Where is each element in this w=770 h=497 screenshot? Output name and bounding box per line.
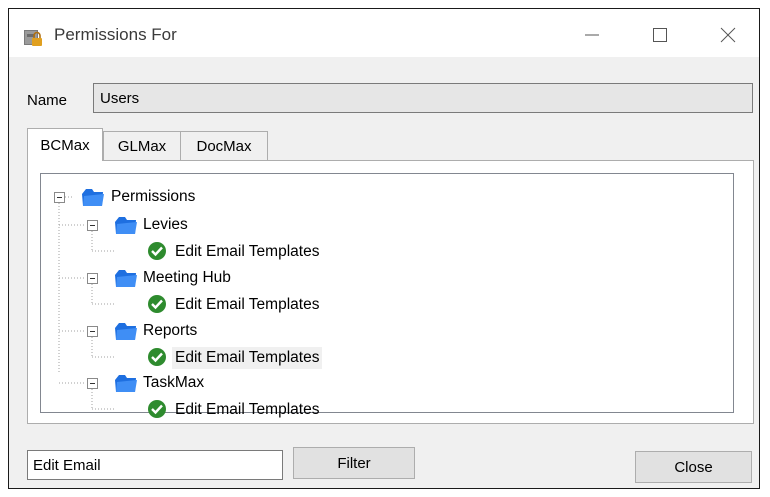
- tree-node-meeting-hub[interactable]: Meeting Hub: [140, 267, 234, 289]
- folder-icon: [115, 375, 137, 392]
- collapse-icon[interactable]: [87, 273, 98, 284]
- tab-docmax[interactable]: DocMax: [180, 131, 268, 161]
- collapse-icon[interactable]: [87, 378, 98, 389]
- minimize-button[interactable]: [565, 15, 619, 55]
- tree-node-taskmax[interactable]: TaskMax: [140, 372, 207, 394]
- tree-node-permissions[interactable]: Permissions: [108, 186, 198, 208]
- tab-panel: Permissions Levies Edit Email Templates …: [27, 160, 754, 424]
- window-title: Permissions For: [54, 25, 177, 44]
- maximize-button[interactable]: [633, 15, 687, 55]
- maximize-icon: [653, 28, 667, 42]
- lock-icon: [24, 30, 42, 46]
- minimize-icon: [585, 34, 599, 36]
- folder-icon: [82, 189, 104, 206]
- collapse-icon[interactable]: [87, 220, 98, 231]
- tree-item-edit-email-templates[interactable]: Edit Email Templates: [172, 241, 322, 263]
- close-window-button[interactable]: [701, 15, 755, 55]
- name-field[interactable]: Users: [93, 83, 753, 113]
- filter-input[interactable]: [27, 450, 283, 480]
- folder-icon: [115, 217, 137, 234]
- folder-icon: [115, 270, 137, 287]
- tree-node-reports[interactable]: Reports: [140, 320, 200, 342]
- tab-bcmax[interactable]: BCMax: [27, 128, 103, 161]
- tab-glmax[interactable]: GLMax: [103, 131, 181, 161]
- permissions-window: Permissions For Name Users BCMax GLMax D…: [8, 8, 760, 489]
- permissions-tree[interactable]: Permissions Levies Edit Email Templates …: [40, 173, 734, 418]
- check-icon: [148, 295, 166, 313]
- name-label: Name: [27, 92, 68, 109]
- check-icon: [148, 242, 166, 260]
- close-icon: [720, 27, 736, 43]
- tree-node-levies[interactable]: Levies: [140, 214, 191, 236]
- tree-item-edit-email-templates-selected[interactable]: Edit Email Templates: [172, 347, 323, 369]
- title-bar[interactable]: Permissions For: [9, 9, 759, 57]
- tree-item-edit-email-templates[interactable]: Edit Email Templates: [172, 294, 322, 316]
- folder-icon: [115, 323, 137, 340]
- collapse-icon[interactable]: [87, 326, 98, 337]
- filter-button[interactable]: Filter: [293, 447, 415, 479]
- check-icon: [148, 400, 166, 418]
- close-button[interactable]: Close: [635, 451, 752, 483]
- check-icon: [148, 348, 166, 366]
- tree-item-edit-email-templates[interactable]: Edit Email Templates: [172, 399, 322, 421]
- collapse-icon[interactable]: [54, 192, 65, 203]
